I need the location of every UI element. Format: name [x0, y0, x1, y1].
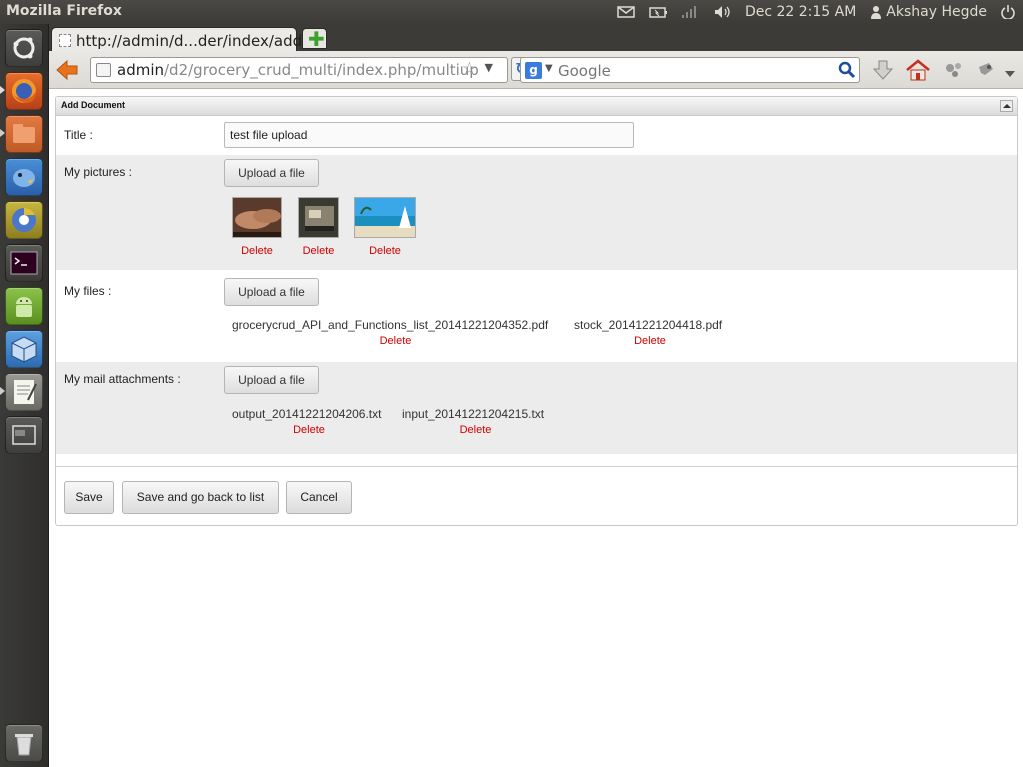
dash-home-icon[interactable] — [5, 29, 43, 67]
power-icon[interactable] — [1001, 5, 1015, 20]
upload-attachments-button[interactable]: Upload a file — [224, 366, 319, 394]
title-row: Title : — [56, 117, 1017, 155]
user-name: Akshay Hegde — [886, 4, 987, 20]
menu-dropdown-icon[interactable] — [1004, 64, 1016, 86]
tab-title: http://admin/d...der/index/add — [76, 32, 303, 50]
page-favicon-icon — [59, 34, 71, 47]
upload-pictures-button[interactable]: Upload a file — [224, 159, 319, 187]
plus-icon: ✚ — [308, 27, 325, 51]
delete-attachment-link[interactable]: Delete — [232, 424, 386, 436]
file-link[interactable]: grocerycrud_API_and_Functions_list_20141… — [232, 318, 548, 332]
page-content: Add Document Title : My pictures : Uploa… — [49, 90, 1023, 767]
delete-file-link[interactable]: Delete — [574, 335, 726, 347]
chromium-icon[interactable] — [5, 201, 43, 239]
trash-icon[interactable] — [5, 724, 43, 762]
android-sdk-icon[interactable] — [5, 287, 43, 325]
delete-picture-link[interactable]: Delete — [354, 245, 416, 257]
url-host: admin — [117, 61, 164, 79]
indicator-area: Dec 22 2:15 AM Akshay Hegde — [617, 0, 1015, 24]
volume-icon[interactable] — [713, 5, 731, 19]
form-title: Add Document — [61, 100, 125, 110]
delete-picture-link[interactable]: Delete — [232, 245, 282, 257]
url-text[interactable]: admin/d2/grocery_crud_multi/index.php/mu… — [117, 61, 479, 79]
battery-icon[interactable] — [649, 5, 667, 19]
firefox-icon[interactable] — [5, 72, 43, 110]
picture-thumbnail[interactable] — [354, 197, 416, 238]
new-tab-button[interactable]: ✚ — [302, 27, 327, 51]
google-engine-icon[interactable]: g — [525, 62, 542, 79]
title-label: Title : — [64, 128, 93, 142]
bookmark-star-icon[interactable]: ☆ — [462, 59, 477, 79]
pictures-label: My pictures : — [64, 165, 133, 179]
search-bar[interactable]: g ▼ — [520, 57, 860, 83]
downloads-icon[interactable] — [871, 59, 895, 81]
cancel-button[interactable]: Cancel — [286, 481, 352, 514]
mail-icon[interactable] — [617, 5, 635, 19]
browser-tab[interactable]: http://admin/d...der/index/add — [51, 27, 302, 52]
url-bar[interactable]: admin/d2/grocery_crud_multi/index.php/mu… — [90, 57, 508, 83]
url-path: /d2/grocery_crud_multi/index.php/multiup — [164, 61, 479, 79]
tab-strip: http://admin/d...der/index/add ✚ — [49, 24, 1023, 52]
picture-thumbnail[interactable] — [232, 197, 282, 238]
collapse-toggle-icon[interactable] — [1000, 100, 1013, 112]
back-button[interactable] — [55, 59, 79, 81]
upload-files-button[interactable]: Upload a file — [224, 278, 319, 306]
delete-file-link[interactable]: Delete — [232, 335, 559, 347]
launcher — [0, 24, 49, 767]
clock[interactable]: Dec 22 2:15 AM — [745, 4, 856, 20]
virtualbox-icon[interactable] — [5, 330, 43, 368]
files-row: My files : Upload a file grocerycrud_API… — [56, 270, 1017, 362]
workspace-switcher-icon[interactable] — [5, 416, 43, 454]
file-link[interactable]: stock_20141221204418.pdf — [574, 318, 722, 332]
attachment-link[interactable]: output_20141221204206.txt — [232, 407, 381, 421]
attachments-label: My mail attachments : — [64, 372, 181, 386]
addon-icon[interactable] — [975, 59, 999, 81]
files-label: My files : — [64, 284, 112, 298]
picture-thumbnail[interactable] — [298, 197, 339, 238]
search-icon[interactable] — [838, 61, 856, 79]
top-panel: Mozilla Firefox Dec 22 2:15 AM Akshay He… — [0, 0, 1023, 24]
sync-icon[interactable] — [943, 59, 967, 81]
save-and-back-button[interactable]: Save and go back to list — [122, 481, 279, 514]
save-button[interactable]: Save — [64, 481, 114, 514]
terminal-icon[interactable] — [5, 244, 43, 282]
form-header: Add Document — [56, 97, 1017, 116]
site-identity-icon[interactable] — [96, 63, 111, 77]
pictures-row: My pictures : Upload a file Delete Delet… — [56, 155, 1017, 270]
app-title: Mozilla Firefox — [6, 3, 122, 19]
form-divider — [56, 466, 1017, 467]
title-input[interactable] — [224, 122, 634, 148]
user-menu[interactable]: Akshay Hegde — [870, 4, 987, 20]
delete-attachment-link[interactable]: Delete — [402, 424, 549, 436]
add-document-form: Add Document Title : My pictures : Uploa… — [55, 96, 1018, 526]
attachments-row: My mail attachments : Upload a file outp… — [56, 362, 1017, 454]
files-icon[interactable] — [5, 115, 43, 153]
delete-picture-link[interactable]: Delete — [298, 245, 339, 257]
user-icon — [870, 5, 882, 19]
network-icon[interactable] — [681, 5, 699, 19]
navigation-toolbar: admin/d2/grocery_crud_multi/index.php/mu… — [49, 51, 1023, 89]
text-editor-icon[interactable] — [5, 373, 43, 411]
url-history-dropdown-icon[interactable]: ▼ — [485, 61, 493, 74]
engine-dropdown-icon[interactable]: ▼ — [545, 63, 553, 74]
home-icon[interactable] — [905, 59, 930, 81]
attachment-link[interactable]: input_20141221204215.txt — [402, 407, 544, 421]
pidgin-icon[interactable] — [5, 158, 43, 196]
search-input[interactable] — [558, 61, 828, 80]
